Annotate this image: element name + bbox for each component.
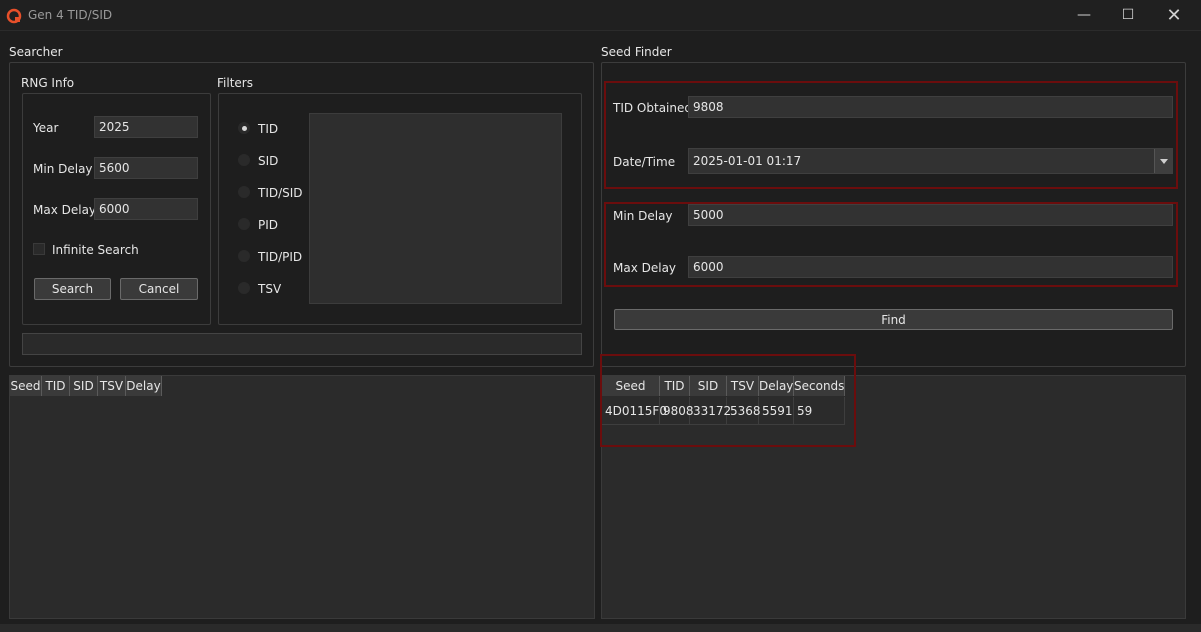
- filter-radio-pid[interactable]: [238, 218, 250, 230]
- min-delay-label: Min Delay: [33, 162, 93, 176]
- searcher-header-seed[interactable]: Seed: [10, 376, 42, 396]
- filter-label-sid: SID: [258, 154, 279, 168]
- infinite-search-checkbox[interactable]: [33, 243, 45, 255]
- filter-radio-tsv[interactable]: [238, 282, 250, 294]
- cancel-button[interactable]: Cancel: [120, 278, 198, 300]
- progress-bar: [22, 333, 582, 355]
- filter-label-tid: TID: [258, 122, 279, 136]
- finder-min-delay-label: Min Delay: [613, 209, 673, 223]
- tid-obtained-label: TID Obtained: [613, 101, 692, 115]
- datetime-select[interactable]: 2025-01-01 01:17: [688, 148, 1173, 174]
- rng-info-title: RNG Info: [21, 76, 75, 90]
- highlight-results: [600, 354, 856, 447]
- finder-max-delay-input[interactable]: [688, 256, 1173, 278]
- filter-value-panel[interactable]: [309, 113, 562, 304]
- filters-title: Filters: [217, 76, 253, 90]
- searcher-header-tid[interactable]: TID: [42, 376, 70, 396]
- min-delay-input[interactable]: [94, 157, 198, 179]
- filter-radio-tid-pid[interactable]: [238, 250, 250, 262]
- window-title: Gen 4 TID/SID: [28, 8, 113, 22]
- filter-radio-tid[interactable]: [238, 122, 250, 134]
- filter-radio-sid[interactable]: [238, 154, 250, 166]
- searcher-header-tsv[interactable]: TSV: [98, 376, 126, 396]
- max-delay-label: Max Delay: [33, 203, 97, 217]
- year-input[interactable]: [94, 116, 198, 138]
- filter-label-tid-sid: TID/SID: [258, 186, 303, 200]
- app-icon: [6, 8, 22, 24]
- max-delay-input[interactable]: [94, 198, 198, 220]
- datetime-value: 2025-01-01 01:17: [693, 154, 802, 168]
- infinite-search-label: Infinite Search: [52, 243, 139, 257]
- maximize-icon[interactable]: ☐: [1105, 0, 1151, 31]
- find-button[interactable]: Find: [614, 309, 1173, 330]
- bottom-strip: [0, 624, 1201, 632]
- searcher-title: Searcher: [9, 45, 63, 59]
- minimize-icon[interactable]: —: [1061, 0, 1107, 31]
- seed-finder-title: Seed Finder: [601, 45, 672, 59]
- search-button[interactable]: Search: [34, 278, 111, 300]
- searcher-header-sid[interactable]: SID: [70, 376, 98, 396]
- tid-obtained-input[interactable]: [688, 96, 1173, 118]
- title-bar: [0, 0, 1201, 31]
- searcher-results-table[interactable]: Seed TID SID TSV Delay: [9, 375, 595, 619]
- close-icon[interactable]: ✕: [1151, 0, 1197, 31]
- year-label: Year: [33, 121, 59, 135]
- chevron-down-icon[interactable]: [1154, 149, 1172, 173]
- searcher-header-delay[interactable]: Delay: [126, 376, 162, 396]
- finder-min-delay-input[interactable]: [688, 204, 1173, 226]
- filter-label-tsv: TSV: [258, 282, 282, 296]
- finder-max-delay-label: Max Delay: [613, 261, 677, 275]
- filter-label-pid: PID: [258, 218, 279, 232]
- filter-radio-tid-sid[interactable]: [238, 186, 250, 198]
- filter-label-tid-pid: TID/PID: [258, 250, 303, 264]
- datetime-label: Date/Time: [613, 155, 676, 169]
